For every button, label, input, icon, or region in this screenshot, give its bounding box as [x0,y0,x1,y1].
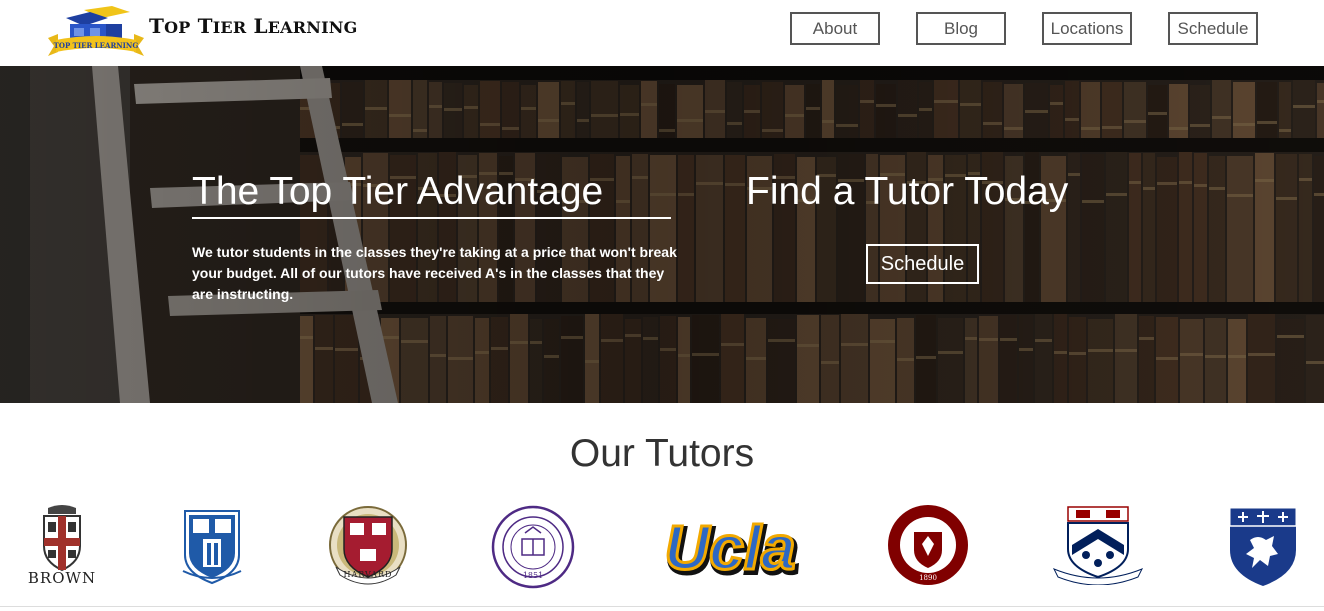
ucla-wordmark-icon: Ucla Ucla [663,513,800,590]
logo-banner-text: TOP TIER LEARNING [54,41,139,50]
penn-university-logo[interactable] [1050,505,1146,586]
northwestern-year: 1851 [522,571,544,580]
library-background-image [0,66,1324,403]
site-logo[interactable]: TOP TIER LEARNING [46,4,146,60]
brown-university-logo[interactable]: BROWN [26,502,98,588]
our-tutors-heading: Our Tutors [569,432,755,475]
hero-title-underline [192,217,671,219]
brand-word: IER [212,18,247,37]
nav-locations-button[interactable]: Locations [1042,12,1132,45]
northwestern-university-logo[interactable]: 1851 [491,505,575,589]
duke-shield-icon [182,510,242,585]
lion-shield-logo[interactable] [1228,506,1298,588]
hero-description: We tutor students in the classes they're… [192,244,677,302]
logo-graphic: TOP TIER LEARNING [48,6,144,56]
find-tutor-title: Find a Tutor Today [746,170,1069,213]
brand-name[interactable]: TOP TIER LEARNING [149,14,357,38]
site-header: TOP TIER LEARNING TOP TIER LEARNING Abou… [0,0,1324,66]
brand-letter: L [253,14,268,38]
chicago-year: 1890 [919,574,937,582]
brown-label: BROWN [27,569,97,587]
university-of-chicago-logo[interactable]: 1890 [887,504,969,586]
ucla-wordmark: Ucla [665,514,796,583]
section-divider [0,606,1324,607]
lion-shield-icon [1229,507,1297,586]
penn-shield-icon [1052,506,1144,586]
brand-word: OP [164,18,191,37]
ucla-logo[interactable]: Ucla Ucla [658,506,800,590]
hero-section: The Top Tier Advantage We tutor students… [0,66,1324,403]
harvard-university-logo[interactable]: HARVARD [326,505,410,587]
brand-letter: T [149,14,165,38]
duke-university-logo[interactable] [181,507,243,585]
nav-blog-button[interactable]: Blog [916,12,1006,45]
brown-shield-icon [43,505,81,572]
nav-about-button[interactable]: About [790,12,880,45]
nav-schedule-button[interactable]: Schedule [1168,12,1258,45]
hero-schedule-button[interactable]: Schedule [866,244,979,284]
brand-word: EARNING [267,18,358,37]
harvard-label: HARVARD [343,570,393,579]
brand-letter: T [197,14,213,38]
hero-title: The Top Tier Advantage [192,170,604,213]
